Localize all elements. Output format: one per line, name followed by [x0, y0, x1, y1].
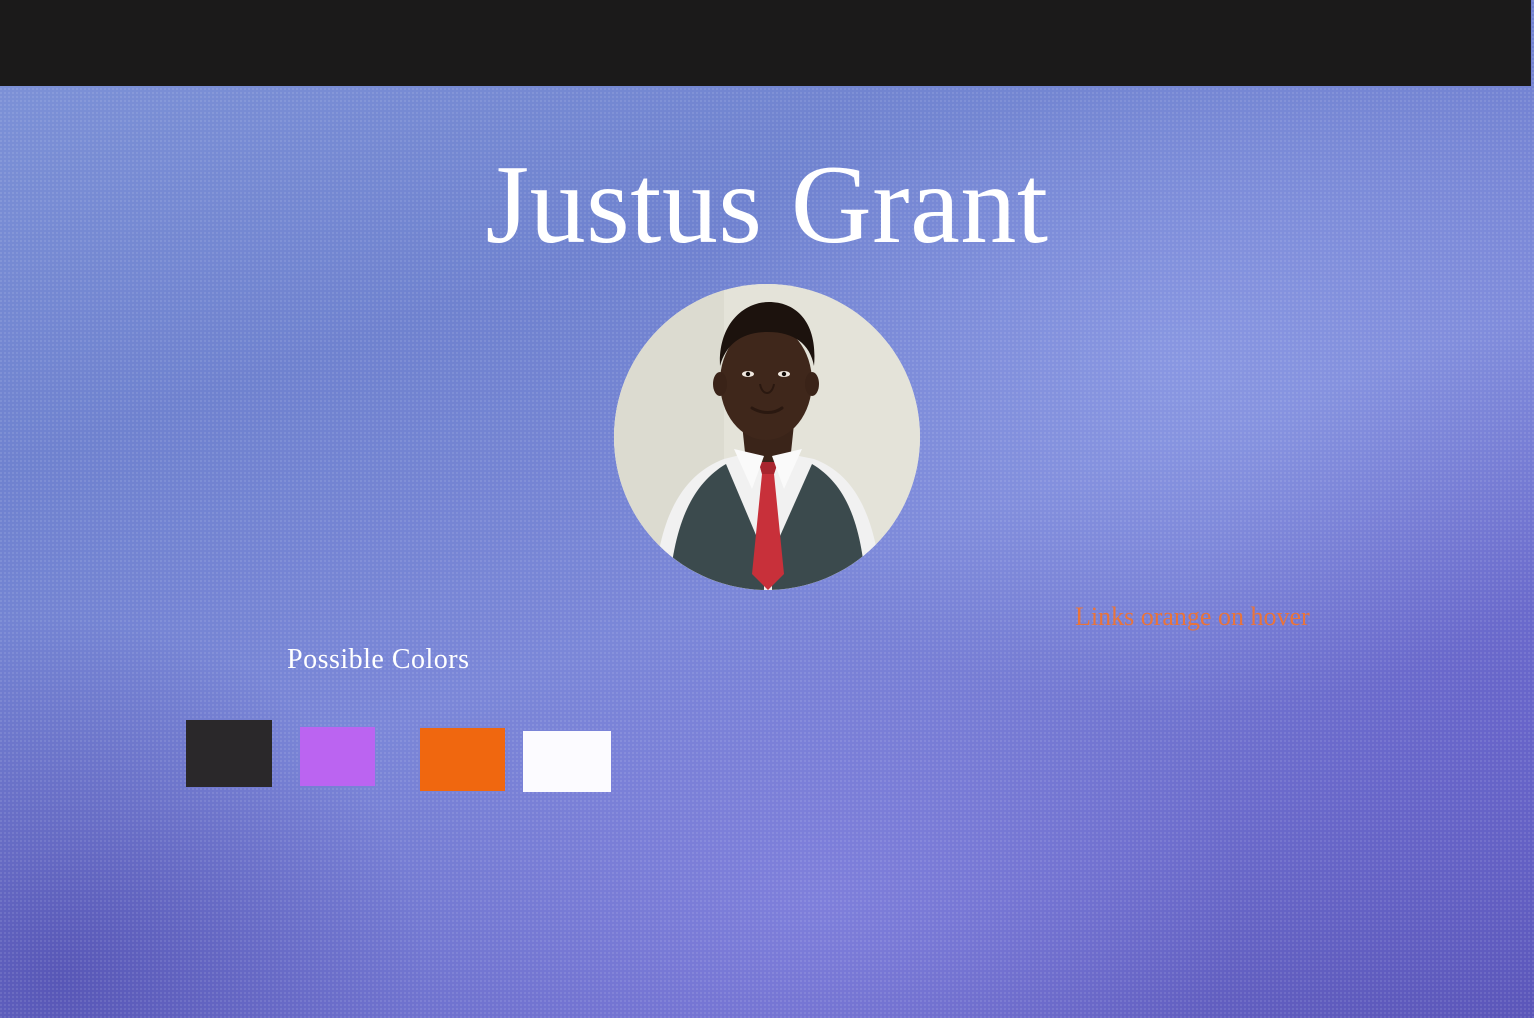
color-swatch-purple [300, 727, 375, 786]
page-title: Justus Grant [485, 143, 1049, 267]
link-hover-note: Links orange on hover [1075, 602, 1310, 631]
color-swatch-orange [420, 728, 505, 791]
possible-colors-heading: Possible Colors [287, 644, 470, 675]
top-bar [0, 0, 1531, 86]
color-swatch-black [186, 720, 272, 787]
avatar-portrait-image [614, 284, 920, 590]
avatar [614, 284, 920, 590]
color-swatch-white [523, 731, 611, 792]
